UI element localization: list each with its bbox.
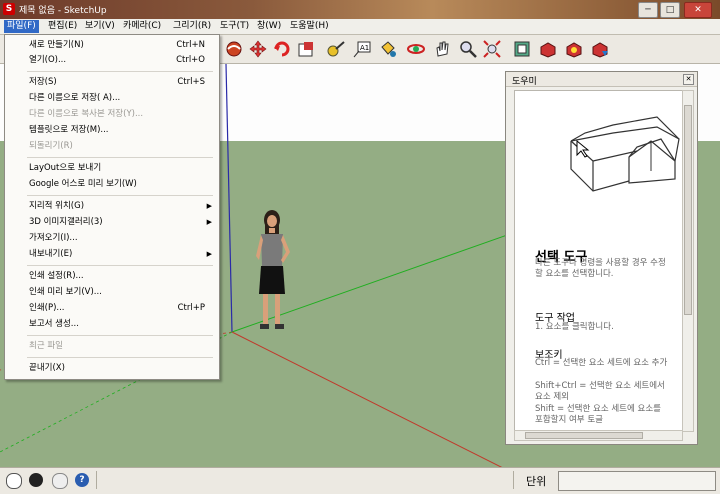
maximize-button[interactable]: □	[660, 2, 680, 18]
svg-text:A1: A1	[360, 44, 369, 52]
menu-separator	[27, 195, 213, 196]
menu-item-save-as[interactable]: 다른 이름으로 저장( A)...	[29, 91, 120, 105]
file-menu-dropdown: 새로 만들기(N) Ctrl+N 열기(O)... Ctrl+O 저장(S) C…	[4, 34, 220, 380]
menu-separator	[27, 71, 213, 72]
menu-item-open[interactable]: 열기(O)...	[29, 53, 66, 67]
menu-item-save-copy-as: 다른 이름으로 복사본 저장(Y)...	[29, 109, 144, 119]
menu-item-3d-gallery[interactable]: 3D 이미지갤러리(3)	[29, 215, 103, 229]
instructor-key-item: Ctrl = 선택한 요소 세트에 요소 추가	[535, 358, 668, 368]
title-bar: S 제목 없음 - SketchUp ─ □ ✕	[0, 0, 720, 19]
menu-camera[interactable]: 카메라(C)	[120, 20, 164, 33]
minimize-button[interactable]: ─	[638, 2, 658, 18]
scroll-thumb[interactable]	[525, 432, 643, 439]
menu-file[interactable]: 파일(F)	[4, 20, 39, 33]
status-divider	[513, 471, 514, 489]
geo-location-icon[interactable]	[6, 473, 22, 489]
follow-me-icon[interactable]	[296, 39, 316, 59]
menu-item-import[interactable]: 가져오기(I)...	[29, 231, 78, 245]
menu-item-revert: 되돌리기(R)	[29, 141, 73, 151]
menu-item-generate-report[interactable]: 보고서 생성...	[29, 317, 79, 331]
red-axis	[231, 331, 503, 467]
menu-view[interactable]: 보기(V)	[82, 20, 118, 33]
menu-item-new[interactable]: 새로 만들기(N)	[29, 38, 84, 52]
instructor-horizontal-scrollbar[interactable]	[514, 430, 683, 441]
menu-edit[interactable]: 편집(E)	[45, 20, 80, 33]
scale-figure[interactable]	[250, 208, 298, 336]
instructor-key-item: Shift = 선택한 요소 세트에 요소를 포함할지 여부 토글	[535, 404, 661, 425]
components-icon[interactable]	[538, 39, 558, 59]
instructor-key-item: Shift+Ctrl = 선택한 요소 세트에서 요소 제외	[535, 381, 665, 402]
menu-item-save-as-template[interactable]: 템플릿으로 저장(M)...	[29, 123, 109, 137]
credits-icon[interactable]	[29, 473, 43, 487]
shortcut-new: Ctrl+N	[176, 40, 205, 50]
instructor-title: 도우미	[512, 77, 537, 87]
blue-axis	[225, 64, 233, 333]
zoom-icon[interactable]	[458, 39, 478, 59]
menu-help[interactable]: 도움말(H)	[287, 20, 332, 33]
menu-item-save[interactable]: 저장(S)	[29, 75, 57, 89]
submenu-arrow-icon: ▶	[206, 202, 212, 210]
paint-bucket-icon[interactable]	[378, 39, 398, 59]
measurements-input[interactable]	[558, 471, 716, 491]
menu-item-geo-location[interactable]: 지리적 위치(G)	[29, 199, 84, 213]
user-icon[interactable]	[52, 473, 68, 489]
menu-window[interactable]: 창(W)	[254, 20, 284, 33]
text-icon[interactable]: A1	[352, 39, 372, 59]
menu-bar: 파일(F) 편집(E) 보기(V) 카메라(C) 그리기(R) 도구(T) 창(…	[0, 19, 720, 35]
position-camera-icon[interactable]	[512, 39, 532, 59]
menu-item-print[interactable]: 인쇄(P)...	[29, 301, 65, 315]
window-title: 제목 없음 - SketchUp	[19, 6, 107, 16]
instructor-vertical-scrollbar[interactable]	[682, 90, 694, 432]
scroll-thumb[interactable]	[684, 105, 692, 315]
menu-separator	[27, 157, 213, 158]
instructor-panel: 도우미 ✕ 선택 도구 다른 도구나 명령을 사용할 경우 수정할 요소를 선택…	[505, 71, 698, 445]
pan-icon[interactable]	[432, 39, 452, 59]
orbit-icon[interactable]	[224, 39, 244, 59]
units-label: 단위	[526, 475, 547, 488]
menu-tools[interactable]: 도구(T)	[217, 20, 252, 33]
status-divider	[96, 471, 97, 489]
zoom-extents-icon[interactable]	[482, 39, 502, 59]
menu-item-recent-files: 최근 파일	[29, 341, 63, 351]
shortcut-print: Ctrl+P	[177, 303, 205, 313]
close-icon[interactable]: ✕	[683, 74, 694, 85]
shortcut-save: Ctrl+S	[177, 77, 205, 87]
sketchup-app-icon: S	[3, 3, 15, 15]
help-icon[interactable]: ?	[75, 473, 89, 487]
menu-item-exit[interactable]: 끝내기(X)	[29, 361, 65, 375]
shortcut-open: Ctrl+O	[176, 55, 205, 65]
instructor-content: 선택 도구 다른 도구나 명령을 사용할 경우 수정할 요소를 선택합니다. 도…	[514, 90, 683, 432]
share-icon[interactable]	[590, 39, 610, 59]
menu-separator	[27, 335, 213, 336]
instructor-header: 도우미 ✕	[506, 72, 697, 87]
menu-separator	[27, 265, 213, 266]
submenu-arrow-icon: ▶	[206, 218, 212, 226]
move-icon[interactable]	[248, 39, 268, 59]
tape-measure-icon[interactable]	[326, 39, 346, 59]
instructor-op-item: 1. 요소를 클릭합니다.	[535, 322, 614, 332]
warehouse-icon[interactable]	[564, 39, 584, 59]
section-icon[interactable]	[406, 39, 426, 59]
menu-item-print-setup[interactable]: 인쇄 설정(R)...	[29, 269, 84, 283]
instructor-description: 다른 도구나 명령을 사용할 경우 수정할 요소를 선택합니다.	[535, 258, 666, 279]
status-bar: ? 단위	[0, 467, 720, 494]
house-illustration	[570, 116, 680, 192]
submenu-arrow-icon: ▶	[206, 250, 212, 258]
menu-item-export[interactable]: 내보내기(E)	[29, 247, 72, 261]
menu-draw[interactable]: 그리기(R)	[170, 20, 214, 33]
menu-separator	[27, 357, 213, 358]
menu-item-print-preview[interactable]: 인쇄 미리 보기(V)...	[29, 285, 102, 299]
menu-item-preview-google-earth[interactable]: Google 어스로 미리 보기(W)	[29, 177, 137, 191]
close-button[interactable]: ✕	[684, 2, 712, 18]
menu-item-send-to-layout[interactable]: LayOut으로 보내기	[29, 161, 101, 175]
rotate-icon[interactable]	[272, 39, 292, 59]
